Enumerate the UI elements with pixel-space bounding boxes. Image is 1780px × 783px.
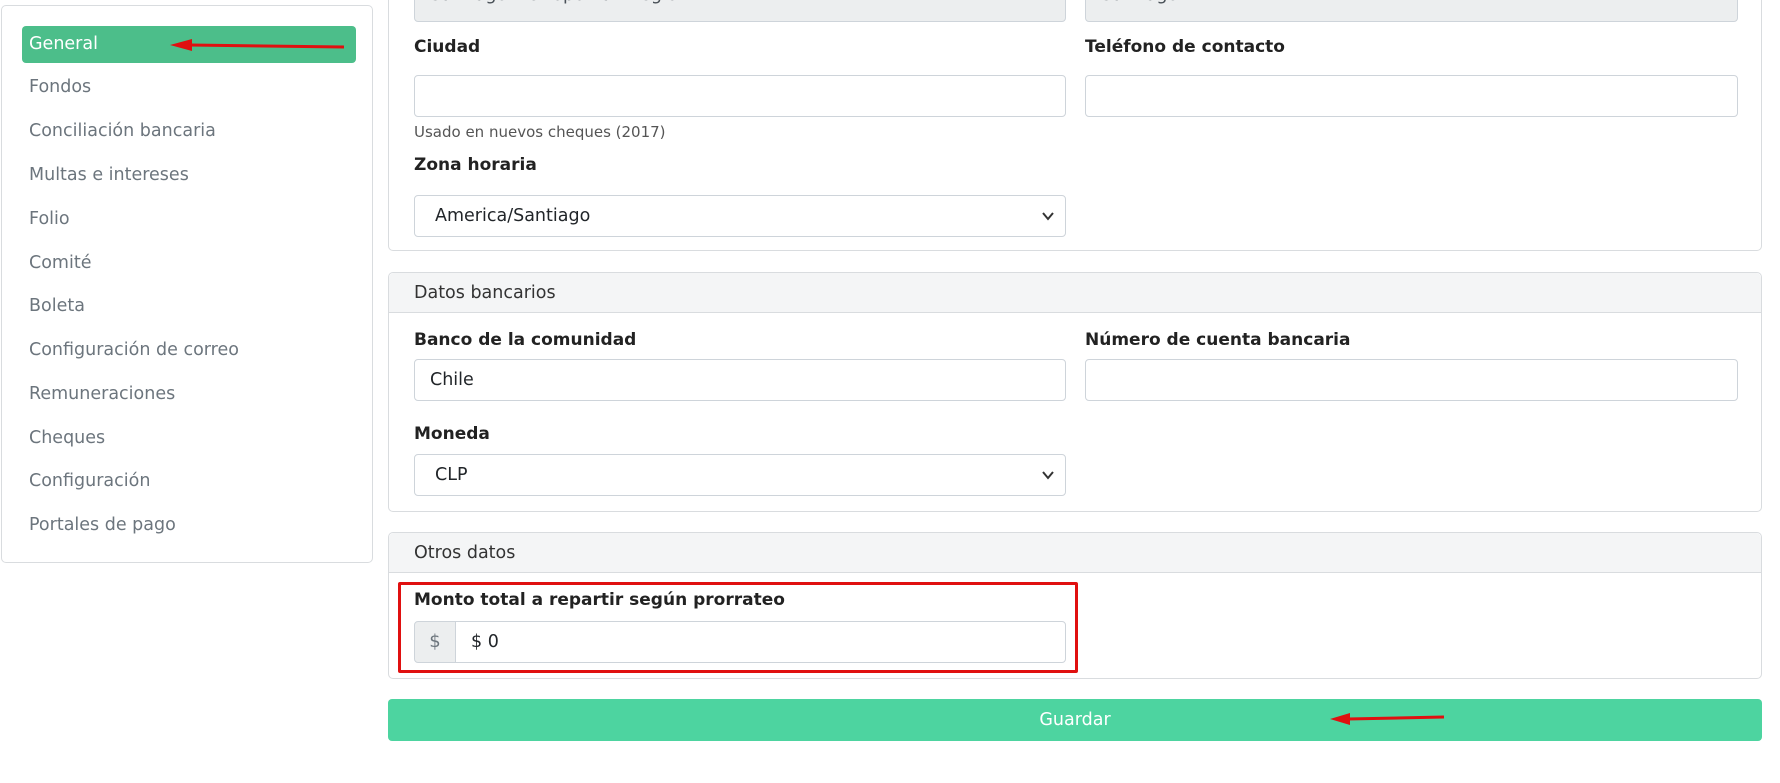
general-panel: Santiago Metropolitan Region Santiago Ci… — [388, 0, 1762, 251]
sidebar-item-cheques[interactable]: Cheques — [22, 420, 356, 457]
chevron-down-icon — [1042, 471, 1054, 480]
phone-field[interactable] — [1085, 75, 1738, 117]
currency-select[interactable]: CLP — [414, 454, 1066, 496]
sidebar-item-remuneraciones[interactable]: Remuneraciones — [22, 376, 356, 413]
sidebar-item-comite[interactable]: Comité — [22, 245, 356, 282]
sidebar-item-fondos[interactable]: Fondos — [22, 69, 356, 106]
timezone-select[interactable]: America/Santiago — [414, 195, 1066, 237]
save-button[interactable]: Guardar — [388, 699, 1762, 741]
chevron-down-icon — [1042, 212, 1054, 221]
sidebar-item-portales-pago[interactable]: Portales de pago — [22, 507, 356, 544]
settings-sidebar: General Fondos Conciliación bancaria Mul… — [1, 5, 373, 563]
sidebar-item-boleta[interactable]: Boleta — [22, 288, 356, 325]
phone-label: Teléfono de contacto — [1085, 37, 1285, 57]
city-help-text: Usado en nuevos cheques (2017) — [414, 123, 666, 141]
annotation-arrow-icon — [170, 39, 345, 51]
sidebar-item-multas-intereses[interactable]: Multas e intereses — [22, 157, 356, 194]
annotation-arrow-icon — [1330, 713, 1445, 725]
sidebar-item-conciliacion-bancaria[interactable]: Conciliación bancaria — [22, 113, 356, 150]
comuna-select[interactable]: Santiago — [1085, 0, 1738, 22]
city-label: Ciudad — [414, 37, 481, 57]
timezone-value: America/Santiago — [435, 206, 591, 226]
sidebar-item-folio[interactable]: Folio — [22, 201, 356, 238]
bank-panel-header: Datos bancarios — [389, 273, 1761, 313]
account-label: Número de cuenta bancaria — [1085, 330, 1351, 350]
sidebar-item-configuracion[interactable]: Configuración — [22, 463, 356, 500]
sidebar-item-configuracion-correo[interactable]: Configuración de correo — [22, 332, 356, 369]
timezone-label: Zona horaria — [414, 155, 537, 175]
bank-label: Banco de la comunidad — [414, 330, 637, 350]
city-field[interactable] — [414, 75, 1066, 117]
currency-value: CLP — [435, 465, 468, 485]
bank-panel: Datos bancarios Banco de la comunidad Nú… — [388, 272, 1762, 512]
annotation-highlight-box — [398, 582, 1078, 673]
other-panel-header: Otros datos — [389, 533, 1761, 573]
currency-label: Moneda — [414, 424, 490, 444]
bank-field[interactable]: Chile — [414, 359, 1066, 401]
account-number-field[interactable] — [1085, 359, 1738, 401]
region-select[interactable]: Santiago Metropolitan Region — [414, 0, 1066, 22]
